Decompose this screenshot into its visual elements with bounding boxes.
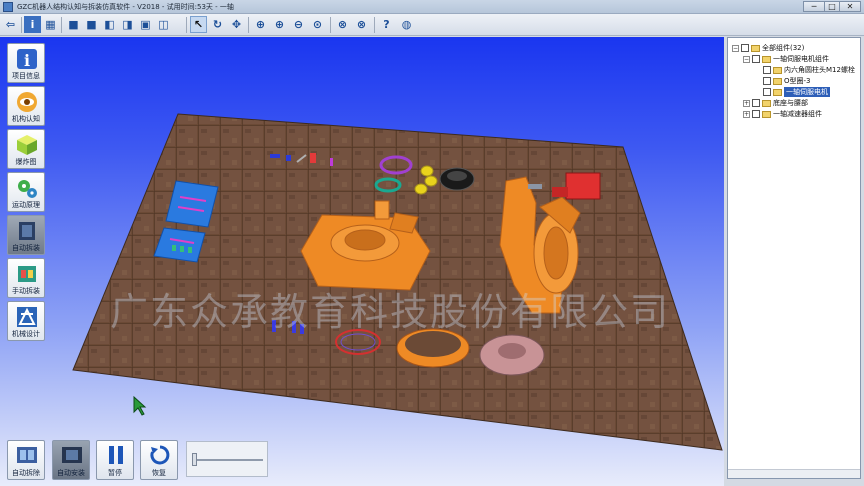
- folder-icon: [762, 99, 771, 107]
- tree-node-reducer[interactable]: + 一轴减速器组件: [743, 109, 822, 119]
- project-info-button[interactable]: i 项目信息: [7, 43, 45, 83]
- eye-icon: [17, 92, 37, 112]
- box-icon: [19, 222, 35, 240]
- rotate-icon[interactable]: ↻: [209, 16, 226, 33]
- info-icon[interactable]: i: [24, 16, 41, 33]
- blue-parts-bin: [165, 180, 219, 228]
- disassemble-icon: [17, 447, 37, 463]
- title-bar: GZC机器人结构认知与拆装仿真软件 - V2018 - 试用时间:53天 - 一…: [0, 0, 864, 14]
- help-icon[interactable]: ?: [378, 16, 395, 33]
- slider-thumb[interactable]: [192, 453, 197, 466]
- info-icon: i: [17, 49, 37, 70]
- zoom-fit-icon[interactable]: ⊙: [309, 16, 326, 33]
- app-icon: [3, 2, 13, 12]
- pause-icon: [109, 446, 123, 464]
- robot-parts-scene[interactable]: [0, 37, 724, 486]
- cube-icon: [17, 135, 37, 155]
- explode-icon[interactable]: ⊗: [334, 16, 351, 33]
- company-watermark: 广东众承教育科技股份有限公司: [110, 290, 671, 334]
- assemble-icon[interactable]: ⊗: [353, 16, 370, 33]
- 3d-viewport[interactable]: 广东众承教育科技股份有限公司 i 项目信息 机构认知 爆炸图 运动原理 自动拆装…: [0, 37, 724, 486]
- close-button[interactable]: ✕: [839, 1, 861, 12]
- mechanism-cognition-button[interactable]: 机构认知: [7, 86, 45, 126]
- pause-button[interactable]: 暂停: [96, 440, 134, 480]
- auto-install-button[interactable]: 自动安装: [52, 440, 90, 480]
- expand-icon[interactable]: +: [743, 99, 750, 107]
- view-left-icon[interactable]: ◧: [101, 16, 118, 33]
- folder-icon: [773, 77, 782, 85]
- toolbar: ⇦ i ▦ ■ ■ ◧ ◨ ▣ ◫ ↖ ↻ ✥ ⊕ ⊕ ⊖ ⊙ ⊗ ⊗ ? ◍: [0, 14, 864, 36]
- pan-icon[interactable]: ✥: [228, 16, 245, 33]
- install-icon: [62, 447, 82, 463]
- motor-shaft: [528, 184, 542, 189]
- collapse-icon[interactable]: −: [732, 44, 739, 52]
- mouse-cursor: [133, 395, 147, 416]
- layout-icon[interactable]: ▦: [42, 16, 59, 33]
- checkbox[interactable]: [763, 88, 771, 96]
- select-cursor-icon[interactable]: ↖: [190, 16, 207, 33]
- tree-node-servo-group[interactable]: − 一轴伺服电机组件: [743, 54, 829, 64]
- pink-reducer: [479, 334, 545, 376]
- hand-tool-icon: [18, 266, 36, 282]
- tree-horizontal-scrollbar[interactable]: [728, 469, 860, 478]
- component-tree[interactable]: − 全部组件(32) − 一轴伺服电机组件 内六角圆柱头M12螺栓 O型圈-3 …: [727, 37, 861, 479]
- checkbox[interactable]: [752, 55, 760, 63]
- folder-icon: [773, 66, 782, 74]
- checkbox[interactable]: [741, 44, 749, 52]
- checkbox[interactable]: [763, 66, 771, 74]
- expand-icon[interactable]: +: [743, 110, 750, 118]
- checkbox[interactable]: [752, 99, 760, 107]
- restore-button[interactable]: 恢复: [140, 440, 178, 480]
- view-front-icon[interactable]: ■: [65, 16, 82, 33]
- tree-root[interactable]: − 全部组件(32): [732, 43, 804, 53]
- mechanical-design-button[interactable]: 机械设计: [7, 301, 45, 341]
- design-tools-icon: [17, 307, 37, 327]
- manual-assembly-button[interactable]: 手动拆装: [7, 258, 45, 298]
- zoom-window-icon[interactable]: ⊕: [252, 16, 269, 33]
- tree-node-oring[interactable]: O型圈-3: [763, 76, 811, 86]
- zoom-in-icon[interactable]: ⊕: [271, 16, 288, 33]
- tree-node-servo-motor[interactable]: 一轴伺服电机: [763, 87, 830, 97]
- checkbox[interactable]: [752, 110, 760, 118]
- folder-icon: [773, 88, 782, 96]
- speed-slider[interactable]: [186, 441, 268, 477]
- view-right-icon[interactable]: ◨: [119, 16, 136, 33]
- folder-icon: [762, 110, 771, 118]
- restore-icon: [150, 445, 170, 465]
- gears-icon: [18, 180, 37, 198]
- auto-disassemble-button[interactable]: 自动拆除: [7, 440, 45, 480]
- checkbox[interactable]: [763, 77, 771, 85]
- tree-node-bolt[interactable]: 内六角圆柱头M12螺栓: [763, 65, 855, 75]
- svg-text:i: i: [24, 51, 30, 70]
- minimize-button[interactable]: ─: [803, 1, 825, 12]
- red-pin: [310, 153, 316, 163]
- maximize-button[interactable]: □: [824, 1, 840, 12]
- tree-node-base-waist[interactable]: + 底座与腰部: [743, 98, 808, 108]
- auto-assembly-button[interactable]: 自动拆装: [7, 215, 45, 255]
- motion-principle-button[interactable]: 运动原理: [7, 172, 45, 212]
- exploded-view-button[interactable]: 爆炸图: [7, 129, 45, 169]
- view-iso-icon[interactable]: ◫: [155, 16, 172, 33]
- globe-icon[interactable]: ◍: [398, 16, 415, 33]
- folder-icon: [762, 55, 771, 63]
- collapse-icon[interactable]: −: [743, 55, 750, 63]
- view-back-icon[interactable]: ■: [83, 16, 100, 33]
- zoom-out-icon[interactable]: ⊖: [290, 16, 307, 33]
- window-title: GZC机器人结构认知与拆装仿真软件 - V2018 - 试用时间:53天 - 一…: [17, 3, 234, 11]
- view-top-icon[interactable]: ▣: [137, 16, 154, 33]
- folder-icon: [751, 44, 760, 52]
- back-icon[interactable]: ⇦: [2, 16, 19, 33]
